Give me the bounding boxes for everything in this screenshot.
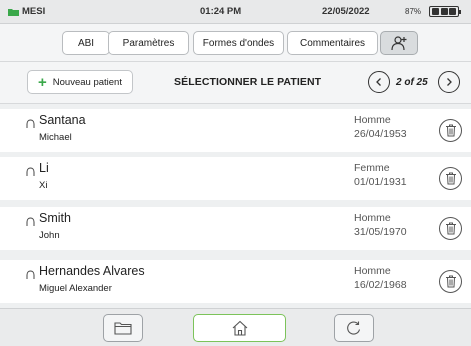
tab-abi[interactable]: ABI [62,31,110,55]
next-page-button[interactable] [438,71,460,93]
person-icon [26,214,35,226]
tab-patient[interactable] [380,31,418,55]
tab-commentaires[interactable]: Commentaires [287,31,378,55]
trash-icon [445,172,457,185]
trash-icon [445,275,457,288]
patient-dob: 01/01/1931 [354,176,407,188]
patient-dob: 26/04/1953 [354,128,407,140]
chevron-right-icon [444,77,454,87]
patient-first-name: Xi [39,180,48,191]
home-icon [231,320,249,336]
chevron-left-icon [374,77,384,87]
new-patient-label: Nouveau patient [52,76,122,88]
battery-icon [429,6,461,17]
app-name: MESI [22,6,46,17]
patient-last-name: Santana [39,113,86,127]
patient-gender: Femme [354,162,390,174]
patient-list: Santana Michael Homme 26/04/1953 Li Xi F… [0,104,471,308]
new-patient-button[interactable]: + Nouveau patient [27,70,133,94]
status-bar: MESI 01:24 PM 22/05/2022 87% [0,0,471,24]
person-icon [26,164,35,176]
app-folder-icon [8,8,19,16]
home-button[interactable] [193,314,286,342]
patient-first-name: John [39,230,60,241]
open-folder-button[interactable] [103,314,143,342]
patient-row[interactable]: Smith John Homme 31/05/1970 [0,207,471,250]
person-icon [26,267,35,279]
patient-last-name: Hernandes Alvares [39,264,145,278]
patient-gender: Homme [354,265,391,277]
plus-icon: + [38,73,47,91]
person-icon [26,116,35,128]
delete-patient-button[interactable] [439,119,462,142]
trash-icon [445,222,457,235]
patient-gender: Homme [354,212,391,224]
delete-patient-button[interactable] [439,217,462,240]
page-title: SÉLECTIONNER LE PATIENT [174,76,322,88]
tab-parametres[interactable]: Paramètres [108,31,189,55]
trash-icon [445,124,457,137]
previous-page-button[interactable] [368,71,390,93]
patient-dob: 16/02/1968 [354,279,407,291]
patient-header: + Nouveau patient SÉLECTIONNER LE PATIEN… [0,62,471,104]
app-label: MESI [8,6,45,17]
delete-patient-button[interactable] [439,167,462,190]
patient-first-name: Michael [39,132,72,143]
patient-dob: 31/05/1970 [354,226,407,238]
status-time: 01:24 PM [200,6,242,17]
patient-row[interactable]: Santana Michael Homme 26/04/1953 [0,109,471,152]
patient-first-name: Miguel Alexander [39,283,112,294]
patient-gender: Homme [354,114,391,126]
patient-icon [390,35,408,51]
patient-last-name: Li [39,161,49,175]
patient-row[interactable]: Li Xi Femme 01/01/1931 [0,157,471,200]
tab-bar: ABI Paramètres Formes d'ondes Commentair… [0,24,471,62]
delete-patient-button[interactable] [439,270,462,293]
refresh-icon [346,320,362,336]
folder-icon [114,321,132,335]
patient-last-name: Smith [39,211,71,225]
patient-row[interactable]: Hernandes Alvares Miguel Alexander Homme… [0,260,471,303]
page-indicator: 2 of 25 [396,77,428,88]
battery-percent: 87% [405,7,422,16]
bottom-bar [0,308,471,346]
status-date: 22/05/2022 [322,6,370,17]
refresh-button[interactable] [334,314,374,342]
tab-formes-d-ondes[interactable]: Formes d'ondes [193,31,284,55]
